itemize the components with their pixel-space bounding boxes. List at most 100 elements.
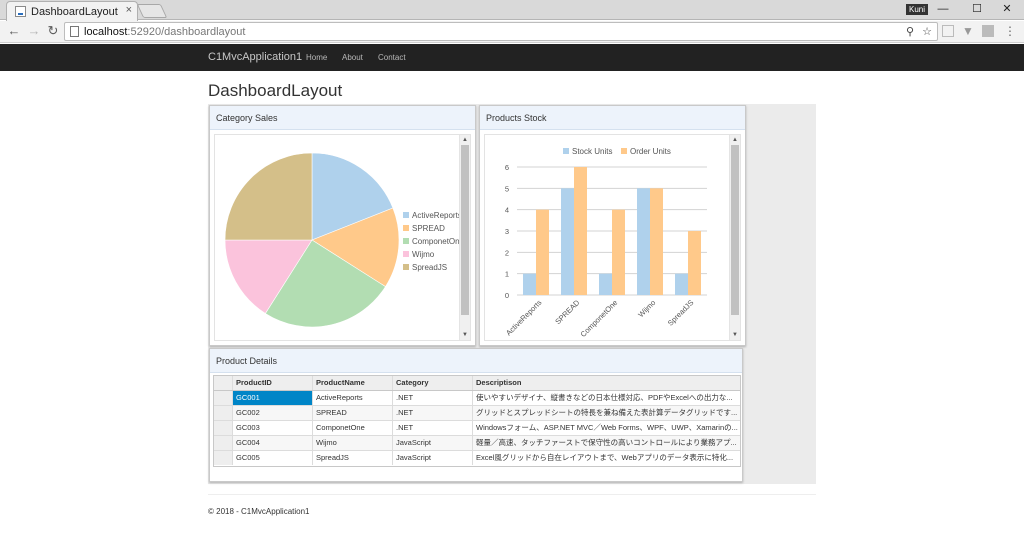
row-header[interactable] (214, 436, 233, 450)
tile-content: 0 1 2 3 4 5 6 ActiveReports SPREAD ComponetOne Wij… (484, 134, 741, 341)
profile-badge[interactable]: Kuni (906, 4, 929, 15)
grid-cell[interactable]: Excel風グリッドから自在レイアウトまで、Webアプリのデータ表示に特化... (473, 451, 740, 465)
grid-cell[interactable]: GC003 (233, 421, 313, 435)
legend-label: ComponetOne (412, 237, 465, 246)
page-title: DashboardLayout (208, 81, 343, 100)
address-bar[interactable]: localhost:52920/dashboardlayout ⚲ ☆ (64, 22, 938, 41)
grid-cell[interactable]: SpreadJS (313, 451, 393, 465)
reload-icon[interactable]: ↻ (45, 23, 61, 39)
table-row[interactable]: GC004 Wijmo JavaScript 軽量／高速、タッチファーストで保守… (214, 436, 740, 451)
maximize-icon[interactable]: ☐ (960, 0, 994, 20)
bar-stock-units (675, 273, 688, 295)
column-header-productname[interactable]: ProductName (313, 376, 393, 390)
column-header-productid[interactable]: ProductID (233, 376, 313, 390)
grid-topleft-cell[interactable] (214, 376, 233, 390)
nav-link-home[interactable]: Home (306, 53, 327, 62)
grid-cell[interactable]: GC002 (233, 406, 313, 420)
extension-filter-icon[interactable]: ▼ (962, 25, 974, 37)
legend-swatch (403, 238, 409, 244)
legend-swatch (403, 225, 409, 231)
pie-chart: ActiveReports SPREAD ComponetOne Wijmo Sprea… (224, 152, 465, 328)
tab-close-icon[interactable]: × (126, 4, 132, 16)
grid-cell[interactable]: .NET (393, 406, 473, 420)
grid-cell[interactable]: Wijmo (313, 436, 393, 450)
nav-link-contact[interactable]: Contact (378, 53, 406, 62)
grid-cell[interactable]: 使いやすいデザイナ、縦書きなどの日本仕様対応、PDFやExcelへの出力な... (473, 391, 740, 405)
tile-header[interactable]: Products Stock (480, 106, 745, 130)
flex-grid[interactable]: ProductID ProductName Category Descripti… (213, 375, 741, 467)
legend-label: Wijmo (412, 250, 435, 259)
window-close-icon[interactable]: ✕ (990, 0, 1024, 20)
grid-cell[interactable]: ActiveReports (313, 391, 393, 405)
grid-cell[interactable]: SPREAD (313, 406, 393, 420)
back-icon[interactable]: ← (6, 23, 22, 39)
scroll-thumb[interactable] (461, 145, 469, 315)
legend-swatch (403, 212, 409, 218)
grid-header-row: ProductID ProductName Category Descripti… (214, 376, 740, 391)
y-tick-label: 4 (505, 206, 509, 215)
grid-cell[interactable]: GC005 (233, 451, 313, 465)
tile-category-sales[interactable]: Category Sales ActiveReports SPREAD Compon… (209, 105, 476, 346)
tab-title: DashboardLayout - C1Mv (31, 6, 121, 18)
bar-order-units (574, 167, 587, 295)
pie-slice-spreadjs (224, 152, 313, 241)
scroll-thumb[interactable] (731, 145, 739, 315)
grid-cell[interactable]: グリッドとスプレッドシートの特長を兼ね備えた表計算データグリッドです... (473, 406, 740, 420)
grid-cell[interactable]: JavaScript (393, 436, 473, 450)
grid-cell[interactable]: Windowsフォーム、ASP.NET MVC／Web Forms、WPF、UW… (473, 421, 740, 435)
legend-label: Stock Units (572, 147, 612, 156)
nav-link-about[interactable]: About (342, 53, 363, 62)
forward-icon[interactable]: → (26, 23, 42, 39)
row-header[interactable] (214, 391, 233, 405)
grid-cell[interactable]: JavaScript (393, 451, 473, 465)
legend-swatch (403, 251, 409, 257)
y-tick-label: 6 (505, 163, 509, 172)
browser-tab[interactable]: DashboardLayout - C1Mv × (6, 1, 138, 21)
vertical-scrollbar[interactable]: ▲ ▼ (459, 135, 470, 340)
column-header-category[interactable]: Category (393, 376, 473, 390)
tile-header[interactable]: Category Sales (210, 106, 475, 130)
bar-stock-units (599, 273, 612, 295)
grid-cell[interactable]: 軽量／高速、タッチファーストで保守性の高いコントロールにより業務アプ... (473, 436, 740, 450)
extension-icon[interactable] (942, 25, 954, 37)
legend-swatch (403, 264, 409, 270)
tile-products-stock[interactable]: Products Stock 0 1 2 3 4 5 6 ActiveReports SPREA… (479, 105, 746, 346)
x-tick-label: SpreadJS (666, 298, 696, 328)
tile-header[interactable]: Product Details (210, 349, 742, 373)
bookmark-star-icon[interactable]: ☆ (920, 25, 934, 38)
table-row[interactable]: GC003 ComponetOne .NET Windowsフォーム、ASP.N… (214, 421, 740, 436)
bar-stock-units (523, 273, 536, 295)
row-header[interactable] (214, 406, 233, 420)
grid-cell[interactable]: .NET (393, 421, 473, 435)
scroll-down-icon[interactable]: ▼ (460, 330, 470, 340)
zoom-icon[interactable]: ⚲ (903, 25, 917, 38)
legend-swatch (621, 148, 627, 154)
page-favicon-icon (15, 6, 26, 17)
scroll-up-icon[interactable]: ▲ (460, 135, 470, 145)
scroll-up-icon[interactable]: ▲ (730, 135, 740, 145)
new-tab-button[interactable] (136, 4, 168, 18)
grid-cell-selected[interactable]: GC001 (233, 391, 313, 405)
extension-profile-icon[interactable] (982, 25, 994, 37)
navbar-brand[interactable]: C1MvcApplication1 (208, 51, 302, 63)
legend-label: SpreadJS (412, 263, 447, 272)
scroll-down-icon[interactable]: ▼ (730, 330, 740, 340)
tile-product-details[interactable]: Product Details ProductID ProductName Ca… (209, 348, 743, 482)
legend-label: SPREAD (412, 224, 445, 233)
table-row[interactable]: GC002 SPREAD .NET グリッドとスプレッドシートの特長を兼ね備えた… (214, 406, 740, 421)
row-header[interactable] (214, 421, 233, 435)
vertical-scrollbar[interactable]: ▲ ▼ (729, 135, 740, 340)
grid-cell[interactable]: GC004 (233, 436, 313, 450)
row-header[interactable] (214, 451, 233, 465)
page-info-icon[interactable] (70, 26, 79, 37)
column-header-description[interactable]: Descriptison (473, 376, 740, 390)
tile-content: ActiveReports SPREAD ComponetOne Wijmo Sprea… (214, 134, 471, 341)
grid-cell[interactable]: .NET (393, 391, 473, 405)
bar-stock-units (561, 188, 574, 295)
browser-menu-icon[interactable]: ⋮ (1004, 25, 1016, 37)
browser-toolbar: ← → ↻ localhost:52920/dashboardlayout ⚲ … (0, 21, 1024, 43)
table-row[interactable]: GC001 ActiveReports .NET 使いやすいデザイナ、縦書きなど… (214, 391, 740, 406)
table-row[interactable]: GC005 SpreadJS JavaScript Excel風グリッドから自在… (214, 451, 740, 466)
grid-cell[interactable]: ComponetOne (313, 421, 393, 435)
minimize-icon[interactable]: — (926, 0, 960, 20)
